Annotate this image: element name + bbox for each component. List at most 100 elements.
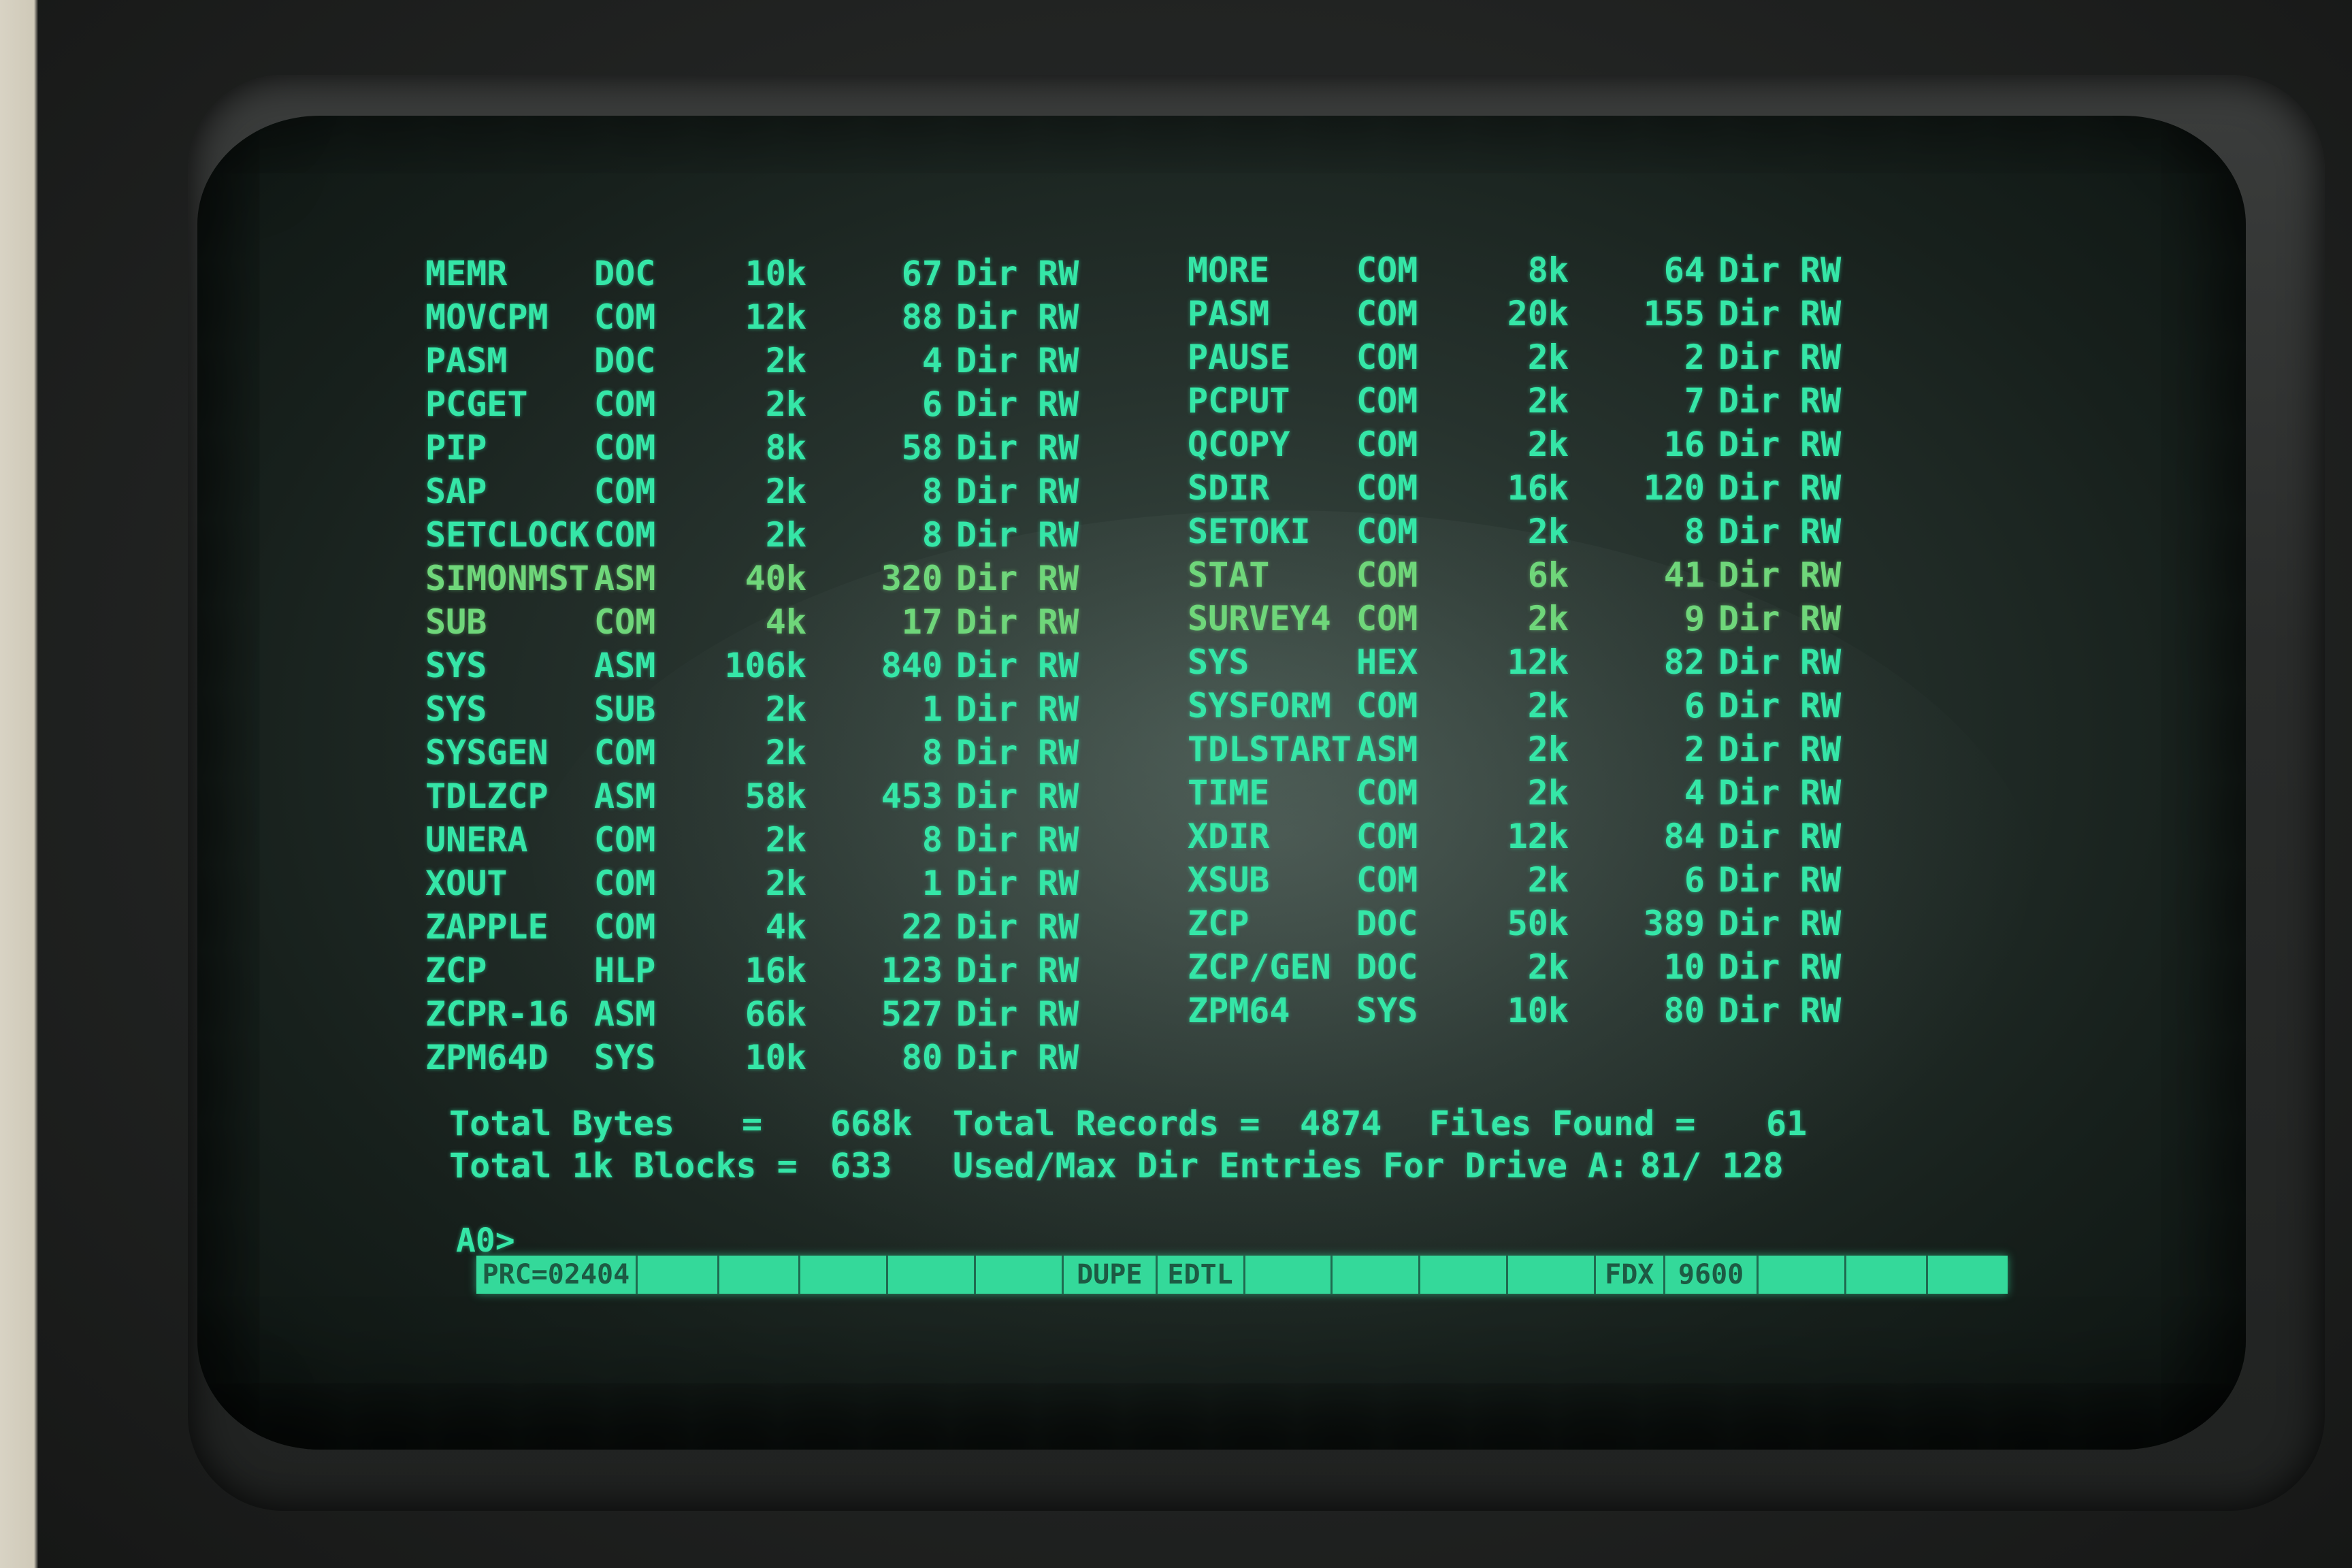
- file-attribute: RW: [1800, 947, 1842, 987]
- file-extension: SYS: [1356, 991, 1418, 1030]
- file-name: XOUT: [425, 864, 508, 903]
- file-size: 10k: [745, 1038, 806, 1077]
- file-attribute: RW: [1038, 254, 1079, 293]
- command-prompt[interactable]: A0>: [456, 1222, 515, 1260]
- file-size: 2k: [1527, 338, 1569, 377]
- total-records-label: Total Records =: [953, 1104, 1260, 1143]
- directory-totals: Total Bytes = 668k Total Records = 4874 …: [449, 1102, 1807, 1187]
- file-records: 7: [1684, 381, 1705, 421]
- file-records: 22: [901, 907, 943, 947]
- file-size: 2k: [765, 515, 806, 555]
- file-extension: DOC: [594, 341, 656, 380]
- file-name: SYSGEN: [425, 733, 549, 772]
- file-size: 2k: [765, 733, 806, 772]
- file-name: SYSFORM: [1188, 686, 1331, 725]
- file-attribute: RW: [1038, 646, 1079, 685]
- file-attribute: RW: [1038, 341, 1079, 380]
- file-attribute: RW: [1038, 1038, 1079, 1077]
- file-records: 320: [881, 559, 943, 598]
- file-name: SYS: [425, 689, 487, 729]
- file-attribute: RW: [1800, 686, 1842, 725]
- file-attribute: RW: [1038, 994, 1079, 1034]
- file-name: SDIR: [1188, 468, 1270, 508]
- file-attribute: RW: [1038, 820, 1079, 860]
- file-attribute: RW: [1800, 991, 1842, 1030]
- file-records: 8: [921, 515, 943, 555]
- file-attribute: RW: [1800, 381, 1842, 421]
- file-size: 12k: [745, 297, 806, 337]
- file-records: 1: [921, 864, 943, 903]
- total-blocks-value: 633: [830, 1146, 892, 1186]
- file-size: 2k: [765, 385, 806, 424]
- file-dir-flag: Dir: [1718, 991, 1780, 1030]
- file-attribute: RW: [1038, 864, 1079, 903]
- file-records: 6: [1684, 860, 1705, 900]
- file-name: SUB: [425, 602, 487, 642]
- file-records: 527: [881, 994, 943, 1034]
- status-cell: [888, 1256, 977, 1294]
- file-dir-flag: Dir: [956, 777, 1018, 816]
- total-blocks-label: Total 1k Blocks =: [449, 1146, 798, 1186]
- file-size: 58k: [745, 777, 806, 816]
- file-attribute: RW: [1800, 555, 1842, 595]
- file-records: 9: [1684, 599, 1705, 638]
- file-attribute: RW: [1800, 730, 1842, 769]
- file-dir-flag: Dir: [1718, 947, 1780, 987]
- file-attribute: RW: [1038, 472, 1079, 511]
- file-attribute: RW: [1800, 817, 1842, 856]
- file-name: ZPM64: [1188, 991, 1290, 1030]
- file-name: SYS: [425, 646, 487, 685]
- file-records: 67: [901, 254, 943, 293]
- file-records: 80: [901, 1038, 943, 1077]
- file-dir-flag: Dir: [1718, 512, 1780, 551]
- file-extension: DOC: [1356, 947, 1418, 987]
- file-extension: COM: [594, 907, 656, 947]
- file-attribute: RW: [1800, 468, 1842, 508]
- file-dir-flag: Dir: [1718, 381, 1780, 421]
- file-records: 8: [921, 733, 943, 772]
- file-size: 66k: [745, 994, 806, 1034]
- file-records: 4: [1684, 773, 1705, 813]
- file-attribute: RW: [1038, 515, 1079, 555]
- file-extension: DOC: [594, 254, 656, 293]
- file-extension: COM: [1356, 555, 1418, 595]
- file-name: SIMONMST: [425, 559, 589, 598]
- file-extension: COM: [594, 472, 656, 511]
- file-extension: HLP: [594, 951, 656, 990]
- file-name: TDLZCP: [425, 777, 549, 816]
- file-name: SAP: [425, 472, 487, 511]
- status-cell: [638, 1256, 719, 1294]
- file-dir-flag: Dir: [1718, 250, 1780, 290]
- file-extension: COM: [1356, 294, 1418, 333]
- file-dir-flag: Dir: [956, 428, 1018, 468]
- file-extension: COM: [1356, 250, 1418, 290]
- file-dir-flag: Dir: [1718, 773, 1780, 813]
- file-dir-flag: Dir: [956, 297, 1018, 337]
- file-name: ZCP: [1188, 904, 1250, 943]
- file-records: 41: [1663, 555, 1705, 595]
- file-size: 2k: [1527, 381, 1569, 421]
- file-dir-flag: Dir: [1718, 686, 1780, 725]
- file-name: MOVCPM: [425, 297, 549, 337]
- status-cell: [800, 1256, 889, 1294]
- file-name: PASM: [425, 341, 508, 380]
- file-records: 10: [1663, 947, 1705, 987]
- file-name: ZCPR-16: [425, 994, 569, 1034]
- file-dir-flag: Dir: [1718, 904, 1780, 943]
- status-cell: [976, 1256, 1064, 1294]
- file-dir-flag: Dir: [956, 341, 1018, 380]
- file-name: SETOKI: [1188, 512, 1311, 551]
- file-size: 16k: [745, 951, 806, 990]
- file-extension: COM: [1356, 468, 1418, 508]
- status-cell: FDX: [1596, 1256, 1665, 1294]
- file-records: 82: [1663, 642, 1705, 682]
- terminal-status-bar: PRC=02404 DUPE EDTL FDX 9600: [476, 1256, 2008, 1294]
- file-attribute: RW: [1800, 512, 1842, 551]
- file-size: 20k: [1507, 294, 1569, 333]
- file-extension: COM: [594, 297, 656, 337]
- file-name: STAT: [1188, 555, 1270, 595]
- file-records: 120: [1643, 468, 1705, 508]
- file-name: ZCP/GEN: [1188, 947, 1331, 987]
- file-attribute: RW: [1038, 602, 1079, 642]
- file-extension: COM: [594, 385, 656, 424]
